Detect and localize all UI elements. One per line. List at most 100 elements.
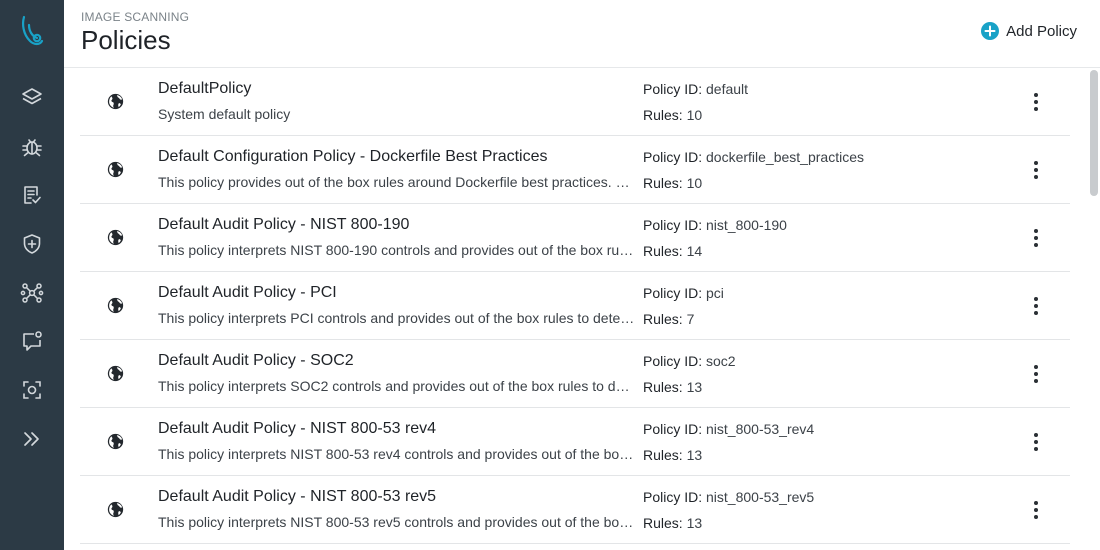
add-policy-button[interactable]: Add Policy [981,22,1077,40]
globe-icon [107,297,124,314]
more-options-icon[interactable] [1024,158,1048,182]
policy-name[interactable]: DefaultPolicy [158,80,251,98]
globe-icon [107,93,124,110]
policy-rules: Rules: 7 [643,311,694,327]
rules-label: Rules: [643,107,683,123]
policy-row[interactable]: Default Audit Policy - NIST 800-53 rev4 … [80,408,1070,476]
policy-name[interactable]: Default Audit Policy - NIST 800-53 rev4 [158,420,436,438]
more-options-icon[interactable] [1024,362,1048,386]
policy-id-value: default [706,81,749,97]
policy-row[interactable]: DefaultPolicy System default policy Poli… [80,68,1070,136]
policy-id-value: nist_800-53_rev4 [706,421,815,437]
scan-icon [20,378,44,407]
rules-label: Rules: [643,515,683,531]
nav-reports[interactable] [0,177,64,217]
policy-rules: Rules: 14 [643,243,702,259]
policy-description: This policy interprets NIST 800-53 rev4 … [158,446,636,462]
plus-circle-icon [981,22,1000,40]
sidebar [0,0,64,550]
policy-id-value: dockerfile_best_practices [706,149,864,165]
rules-label: Rules: [643,447,683,463]
rules-count: 13 [686,379,703,395]
policy-id-label: Policy ID: [643,353,703,369]
policy-name[interactable]: Default Configuration Policy - Dockerfil… [158,148,548,166]
policy-description: This policy provides out of the box rule… [158,174,636,190]
globe-icon [107,229,124,246]
policy-id-label: Policy ID: [643,489,703,505]
globe-icon [107,161,124,178]
policy-rules: Rules: 10 [643,107,702,123]
globe-icon [107,501,124,518]
policy-rules: Rules: 13 [643,515,702,531]
policy-id-label: Policy ID: [643,81,703,97]
policy-id: Policy ID: nist_800-190 [643,217,787,233]
policy-rules: Rules: 13 [643,447,702,463]
report-icon [20,183,44,212]
rules-label: Rules: [643,175,683,191]
nav-layers[interactable] [0,80,64,120]
page-header: IMAGE SCANNING Policies Add Policy [64,0,1100,68]
policy-id-label: Policy ID: [643,285,703,301]
policy-id: Policy ID: default [643,81,748,97]
more-options-icon[interactable] [1024,498,1048,522]
nav-scanning[interactable] [0,372,64,412]
policy-row[interactable]: Default Configuration Policy - Dockerfil… [80,136,1070,204]
rules-label: Rules: [643,243,683,259]
policy-description: This policy interprets SOC2 controls and… [158,378,636,394]
more-options-icon[interactable] [1024,294,1048,318]
policy-name[interactable]: Default Audit Policy - PCI [158,284,337,302]
policy-name[interactable]: Default Audit Policy - SOC2 [158,352,354,370]
policy-id-value: soc2 [706,353,736,369]
policy-row[interactable]: Default Audit Policy - PCI This policy i… [80,272,1070,340]
rules-count: 7 [686,311,695,327]
nav-network[interactable] [0,275,64,315]
expand-icon [20,427,44,456]
rules-count: 13 [686,515,703,531]
more-options-icon[interactable] [1024,226,1048,250]
policy-id: Policy ID: nist_800-53_rev4 [643,421,814,437]
rules-count: 13 [686,447,703,463]
breadcrumb[interactable]: IMAGE SCANNING [81,10,189,24]
scrollbar[interactable] [1090,70,1098,196]
policy-description: This policy interprets NIST 800-53 rev5 … [158,514,636,530]
policy-id-value: nist_800-53_rev5 [706,489,815,505]
page-title: Policies [81,25,171,55]
policy-row[interactable]: Default Audit Policy - NIST 800-53 rev5 … [80,476,1070,544]
policy-id-value: pci [706,285,724,301]
policy-rules: Rules: 10 [643,175,702,191]
policy-description: This policy interprets PCI controls and … [158,310,636,326]
policy-id-label: Policy ID: [643,149,703,165]
nav-policies[interactable] [0,226,64,266]
policy-id: Policy ID: dockerfile_best_practices [643,149,864,165]
shield-plus-icon [20,232,44,261]
policy-name[interactable]: Default Audit Policy - NIST 800-53 rev5 [158,488,436,506]
policy-id: Policy ID: soc2 [643,353,736,369]
globe-icon [107,365,124,382]
policy-row[interactable]: Default Audit Policy - NIST 800-190 This… [80,204,1070,272]
policy-id-label: Policy ID: [643,217,703,233]
more-options-icon[interactable] [1024,90,1048,114]
policy-id: Policy ID: pci [643,285,724,301]
nav-expand[interactable] [0,421,64,461]
policy-list: DefaultPolicy System default policy Poli… [80,68,1070,544]
more-options-icon[interactable] [1024,430,1048,454]
rules-label: Rules: [643,311,683,327]
nav-events[interactable] [0,323,64,363]
layers-icon [20,86,44,115]
policy-name[interactable]: Default Audit Policy - NIST 800-190 [158,216,409,234]
rules-count: 14 [686,243,703,259]
rules-count: 10 [686,107,703,123]
nav-vulnerabilities[interactable] [0,129,64,169]
add-policy-label: Add Policy [1006,22,1077,40]
rules-label: Rules: [643,379,683,395]
policy-description: System default policy [158,106,291,122]
policy-row[interactable]: Default Audit Policy - SOC2 This policy … [80,340,1070,408]
policy-id-label: Policy ID: [643,421,703,437]
policy-description: This policy interprets NIST 800-190 cont… [158,242,636,258]
policy-rules: Rules: 13 [643,379,702,395]
brand-logo-icon[interactable] [16,14,48,52]
network-icon [20,281,44,310]
chat-alert-icon [20,329,44,358]
policy-id: Policy ID: nist_800-53_rev5 [643,489,814,505]
globe-icon [107,433,124,450]
